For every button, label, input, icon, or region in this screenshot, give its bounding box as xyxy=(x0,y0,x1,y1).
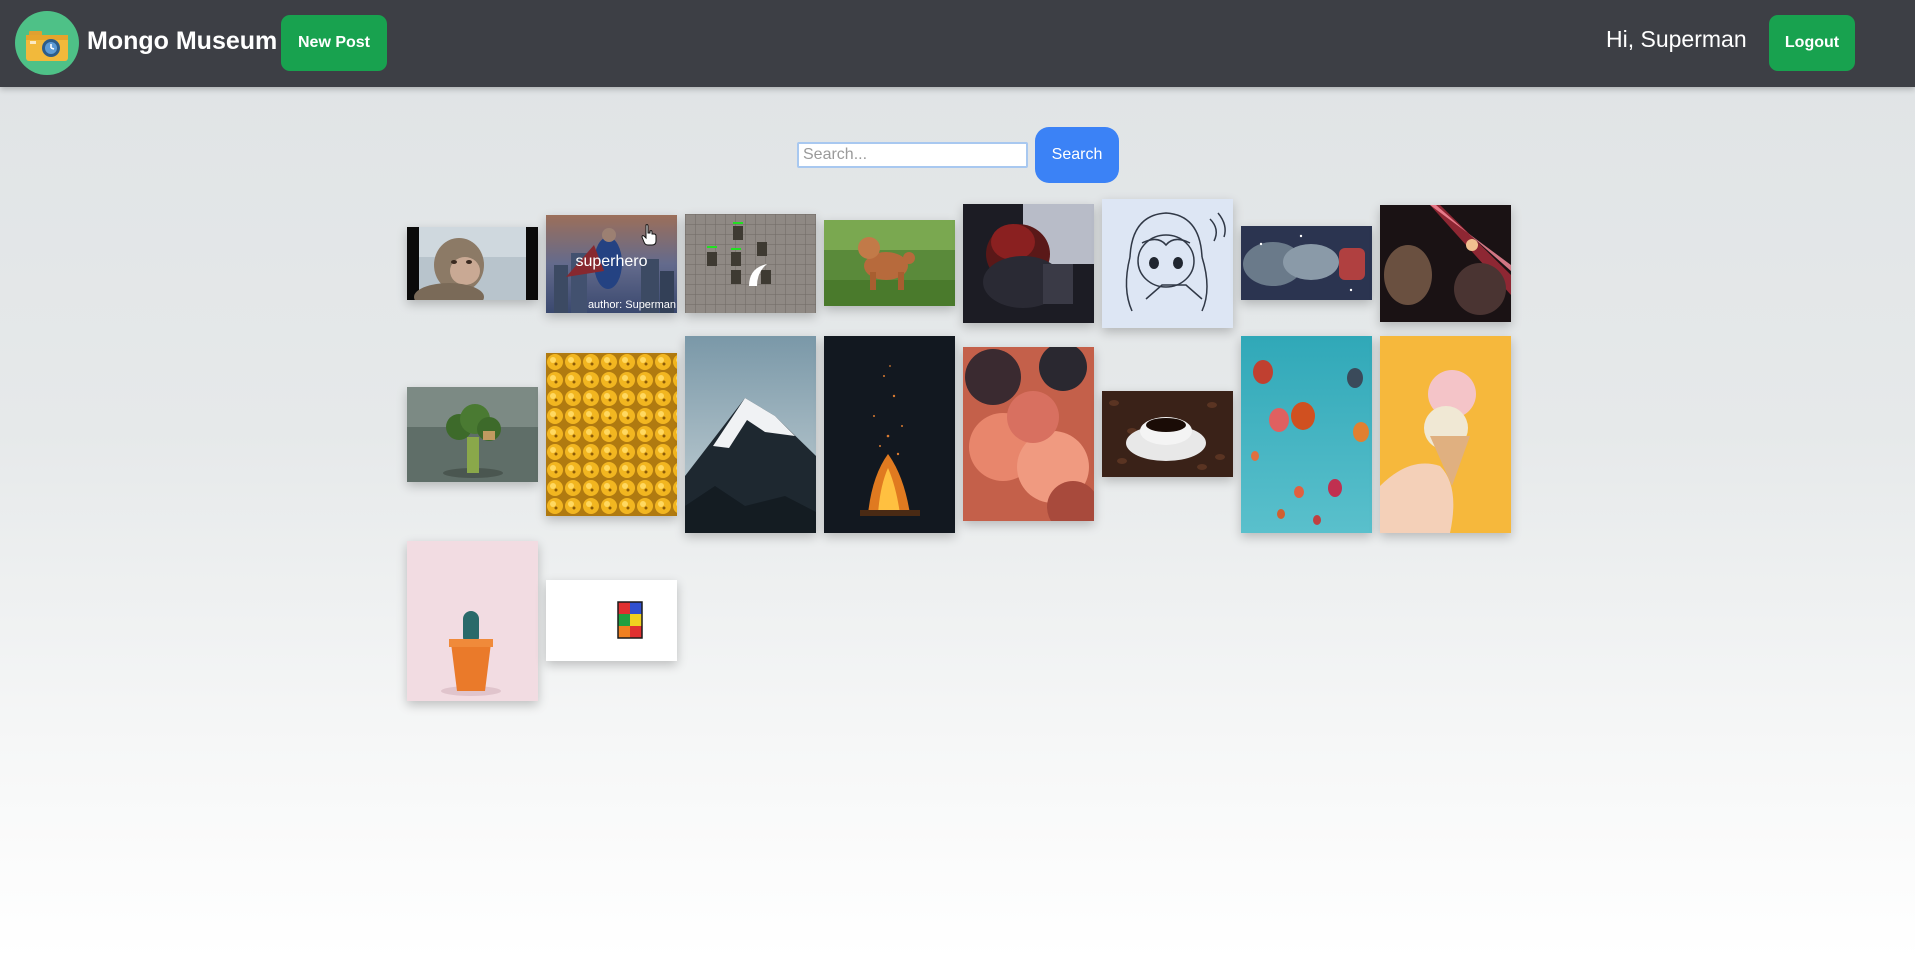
search-button[interactable]: Search xyxy=(1035,127,1119,183)
logout-button[interactable]: Logout xyxy=(1769,15,1855,71)
image-tile-fantasy-fist[interactable] xyxy=(1241,226,1372,300)
image-tile-yellow-beads[interactable] xyxy=(546,353,677,516)
top-navbar: Mongo Museum New Post Hi, Superman Logou… xyxy=(0,0,1915,87)
camera-logo-icon[interactable] xyxy=(15,11,79,75)
image-tile-monkey[interactable] xyxy=(407,227,538,300)
image-tile-rubiks-cube[interactable] xyxy=(546,580,677,661)
new-post-button[interactable]: New Post xyxy=(281,15,387,71)
image-tile-fire-warrior-art[interactable] xyxy=(1380,205,1511,322)
image-tile-potted-cactus[interactable] xyxy=(407,541,538,701)
post-author: author: Superman xyxy=(587,299,676,311)
image-tile-broccoli-treehouse[interactable] xyxy=(407,387,538,482)
image-tile-coffee-cup[interactable] xyxy=(1102,391,1233,477)
image-tile-snowy-mountain[interactable] xyxy=(685,336,816,533)
image-tile-anime-sketch[interactable] xyxy=(1102,199,1233,328)
image-tile-superhero[interactable]: superhero author: Superman xyxy=(546,215,677,313)
image-tile-dark-warrior-art[interactable] xyxy=(963,204,1094,323)
hover-overlay: superhero author: Superman xyxy=(546,215,677,313)
image-tile-campfire[interactable] xyxy=(824,336,955,533)
image-tile-brown-poodle[interactable] xyxy=(824,220,955,306)
image-tile-hot-air-balloons[interactable] xyxy=(1241,336,1372,533)
app-title[interactable]: Mongo Museum xyxy=(87,27,277,56)
image-tile-ice-cream-cone[interactable] xyxy=(1380,336,1511,533)
search-input[interactable] xyxy=(797,142,1028,168)
image-tile-pixel-game-sprites[interactable] xyxy=(685,214,816,313)
image-tile-pink-clouds[interactable] xyxy=(963,347,1094,521)
user-greeting: Hi, Superman xyxy=(1606,26,1747,52)
hand-cursor-icon xyxy=(641,224,657,246)
post-title: superhero xyxy=(575,253,648,270)
